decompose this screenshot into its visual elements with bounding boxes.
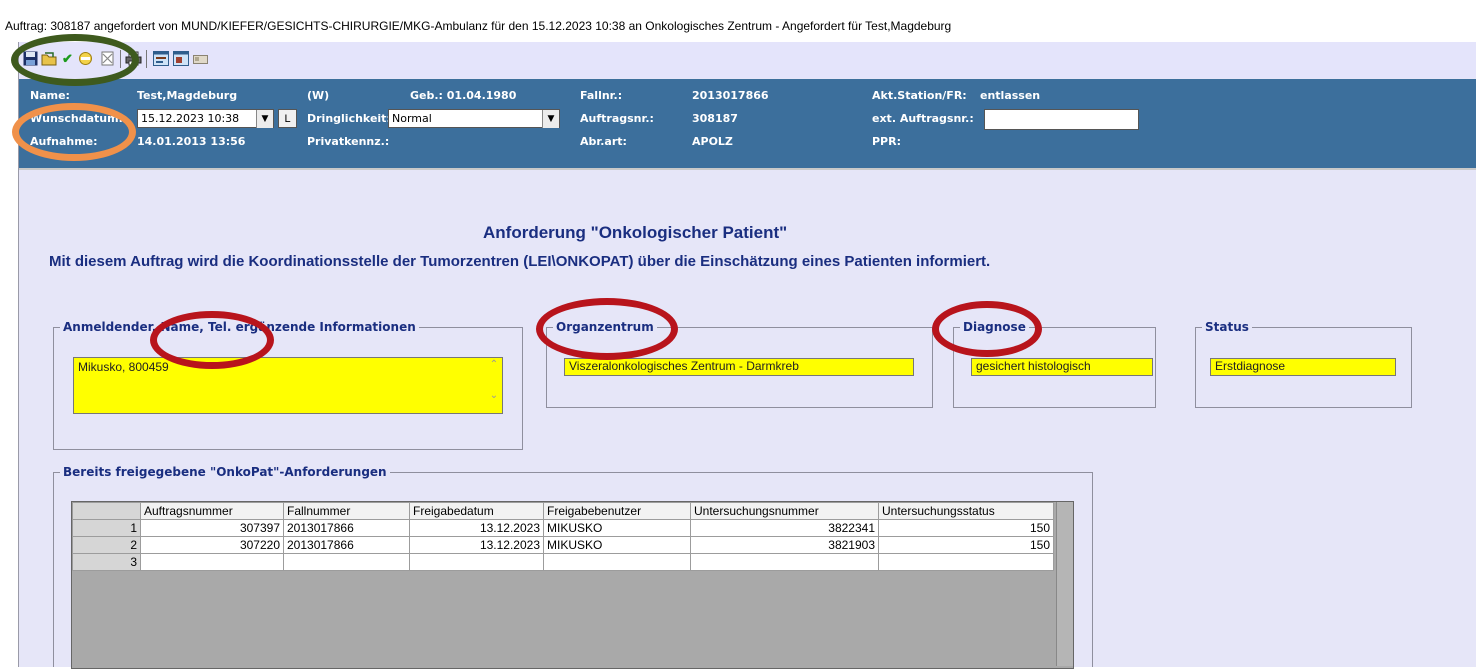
header-fallnummer[interactable]: Fallnummer [283, 502, 410, 520]
auftragsnr-label: Auftragsnr.: [580, 112, 654, 125]
released-table: Auftragsnummer Fallnummer Freigabedatum … [72, 502, 1054, 571]
header-untersuchungsstatus[interactable]: Untersuchungsstatus [878, 502, 1054, 520]
dringlichkeit-select[interactable]: Normal ▼ [388, 109, 560, 128]
textarea-scrollbar[interactable]: ⌃ ⌄ [486, 358, 502, 413]
cell-fallnummer[interactable]: 2013017866 [283, 519, 410, 537]
anmeldender-legend: Anmeldender, Name, Tel. ergänzende Infor… [63, 320, 416, 334]
row-number: 2 [72, 536, 141, 554]
id-card-icon[interactable] [192, 50, 209, 67]
save-icon[interactable] [22, 50, 39, 67]
row-number: 1 [72, 519, 141, 537]
cell-freigabebenutzer[interactable]: MIKUSKO [543, 536, 691, 554]
station-value: entlassen [980, 89, 1041, 102]
scroll-down-icon[interactable]: ⌄ [486, 389, 502, 403]
cell-untersuchungsnummer[interactable]: 3822341 [690, 519, 879, 537]
cell-untersuchungsnummer[interactable] [690, 553, 879, 571]
app-window: ✔ Name: Test,Magdeburg (W) Geb.: 01.04.1… [18, 42, 1476, 669]
patient-sex: (W) [307, 89, 330, 102]
cell-freigabebenutzer[interactable]: MIKUSKO [543, 519, 691, 537]
cell-freigabebenutzer[interactable] [543, 553, 691, 571]
print-icon[interactable] [125, 50, 142, 67]
organzentrum-legend: Organzentrum [556, 320, 654, 334]
window-titlebar: Auftrag: 308187 angefordert von MUND/KIE… [0, 0, 1476, 42]
table-scrollbar[interactable] [1056, 502, 1073, 666]
privatkennz-label: Privatkennz.: [307, 135, 390, 148]
ext-auftragsnr-label: ext. Auftragsnr.: [872, 112, 974, 125]
fallnr-value: 2013017866 [692, 89, 769, 102]
scroll-up-icon[interactable]: ⌃ [486, 358, 502, 372]
form-icon[interactable] [152, 50, 169, 67]
fallnr-label: Fallnr.: [580, 89, 623, 102]
dropdown-arrow-icon[interactable]: ▼ [256, 110, 273, 128]
checkmark-icon[interactable]: ✔ [59, 50, 76, 67]
cell-fallnummer[interactable] [283, 553, 410, 571]
table-row[interactable]: 3 [72, 553, 1054, 571]
diagnose-legend: Diagnose [963, 320, 1026, 334]
wunschdatum-label: Wunschdatum: [30, 112, 123, 125]
status-field[interactable]: Erstdiagnose [1210, 358, 1396, 376]
birth-date: Geb.: 01.04.1980 [410, 89, 517, 102]
table-row[interactable]: 2 307220 2013017866 13.12.2023 MIKUSKO 3… [72, 536, 1054, 554]
cell-untersuchungsstatus[interactable]: 150 [878, 519, 1054, 537]
l-button[interactable]: L [278, 109, 297, 128]
dringlichkeit-label: Dringlichkeit: [307, 112, 391, 125]
dringlichkeit-value: Normal [392, 112, 432, 125]
cell-freigabedatum[interactable]: 13.12.2023 [409, 519, 544, 537]
released-table-container: Auftragsnummer Fallnummer Freigabedatum … [71, 501, 1074, 669]
aufnahme-value: 14.01.2013 13:56 [137, 135, 246, 148]
header-auftragsnummer[interactable]: Auftragsnummer [140, 502, 284, 520]
clear-icon[interactable] [77, 50, 94, 67]
cell-freigabedatum[interactable]: 13.12.2023 [409, 536, 544, 554]
anmeldender-textarea[interactable]: Mikusko, 800459 ⌃ ⌄ [73, 357, 503, 414]
toolbar-separator [120, 50, 121, 68]
header-freigabebenutzer[interactable]: Freigabebenutzer [543, 502, 691, 520]
wunschdatum-combobox[interactable]: 15.12.2023 10:38 ▼ [137, 109, 274, 128]
cell-freigabedatum[interactable] [409, 553, 544, 571]
toolbar-separator [146, 50, 147, 68]
name-label: Name: [30, 89, 70, 102]
station-label: Akt.Station/FR: [872, 89, 967, 102]
cell-auftragsnummer[interactable]: 307220 [140, 536, 284, 554]
table-row[interactable]: 1 307397 2013017866 13.12.2023 MIKUSKO 3… [72, 519, 1054, 537]
organzentrum-field[interactable]: Viszeralonkologisches Zentrum - Darmkreb [564, 358, 914, 376]
wunschdatum-value: 15.12.2023 10:38 [141, 112, 240, 125]
patient-name: Test,Magdeburg [137, 89, 238, 102]
auftragsnr-value: 308187 [692, 112, 738, 125]
form-panel: Anforderung "Onkologischer Patient" Mit … [19, 175, 1476, 669]
cell-untersuchungsstatus[interactable] [878, 553, 1054, 571]
ppr-label: PPR: [872, 135, 901, 148]
abrart-value: APOLZ [692, 135, 733, 148]
row-number: 3 [72, 553, 141, 571]
cell-auftragsnummer[interactable] [140, 553, 284, 571]
ext-auftragsnr-input[interactable] [984, 109, 1139, 130]
form-title: Anforderung "Onkologischer Patient" [483, 223, 788, 242]
aufnahme-label: Aufnahme: [30, 135, 98, 148]
abrart-label: Abr.art: [580, 135, 627, 148]
cell-untersuchungsstatus[interactable]: 150 [878, 536, 1054, 554]
anmeldender-value: Mikusko, 800459 [78, 360, 169, 374]
diagnose-field[interactable]: gesichert histologisch [971, 358, 1153, 376]
form-sign-icon[interactable] [172, 50, 189, 67]
cancel-doc-icon[interactable] [99, 50, 116, 67]
cell-untersuchungsnummer[interactable]: 3821903 [690, 536, 879, 554]
header-untersuchungsnummer[interactable]: Untersuchungsnummer [690, 502, 879, 520]
window-title: Auftrag: 308187 angefordert von MUND/KIE… [5, 19, 952, 33]
table-header-row: Auftragsnummer Fallnummer Freigabedatum … [72, 502, 1054, 520]
dropdown-arrow-icon[interactable]: ▼ [542, 110, 559, 128]
cell-fallnummer[interactable]: 2013017866 [283, 536, 410, 554]
toolbar: ✔ [19, 42, 1476, 78]
header-freigabedatum[interactable]: Freigabedatum [409, 502, 544, 520]
open-folder-icon[interactable] [40, 50, 57, 67]
cell-auftragsnummer[interactable]: 307397 [140, 519, 284, 537]
patient-header: Name: Test,Magdeburg (W) Geb.: 01.04.198… [19, 79, 1476, 170]
form-subtitle: Mit diesem Auftrag wird die Koordination… [49, 253, 991, 270]
status-legend: Status [1205, 320, 1249, 334]
corner-cell [72, 502, 141, 520]
released-requests-legend: Bereits freigegebene "OnkoPat"-Anforderu… [63, 465, 387, 479]
